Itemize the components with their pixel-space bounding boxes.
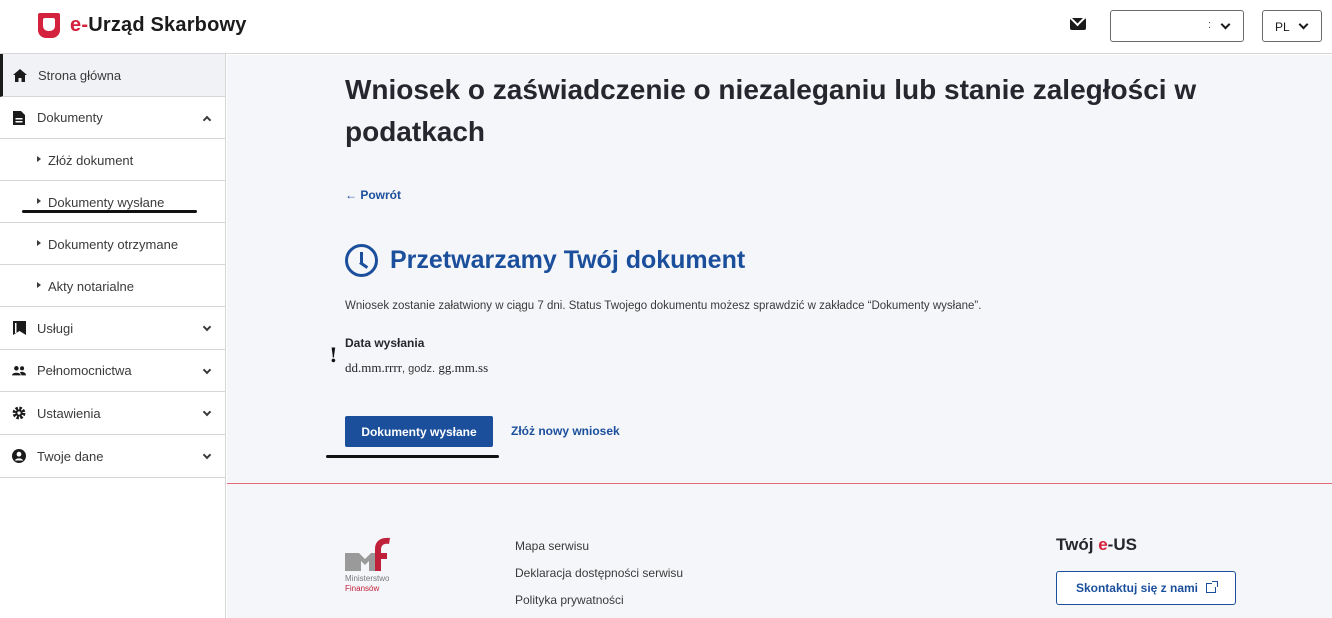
account-select[interactable]: : bbox=[1110, 10, 1244, 42]
sidebar-item-documents[interactable]: Dokumenty bbox=[0, 97, 225, 139]
chevron-down-icon bbox=[202, 407, 212, 417]
sidebar-subitem-label: Dokumenty otrzymane bbox=[48, 237, 179, 252]
sidebar-subitem-received-documents[interactable]: Dokumenty otrzymane bbox=[0, 223, 225, 265]
footer-link-sitemap[interactable]: Mapa serwisu bbox=[515, 539, 589, 553]
language-label: PL bbox=[1275, 20, 1290, 34]
eus-prefix: Twój bbox=[1056, 535, 1099, 554]
status-heading-text: Przetwarzamy Twój dokument bbox=[390, 246, 746, 274]
sidebar-subitem-submit-document[interactable]: Złóż dokument bbox=[0, 139, 225, 181]
sidebar-item-settings[interactable]: Ustawienia bbox=[0, 392, 225, 435]
sidebar: Strona główna Dokumenty Złóż dokument Do… bbox=[0, 54, 226, 618]
sidebar-subitem-sent-documents[interactable]: Dokumenty wysłane bbox=[0, 181, 225, 223]
sent-documents-button[interactable]: Dokumenty wysłane bbox=[345, 416, 493, 447]
footer-link-accessibility[interactable]: Deklaracja dostępności serwisu bbox=[515, 566, 683, 580]
sidebar-item-label: Strona główna bbox=[38, 67, 122, 83]
bullet-icon bbox=[37, 198, 41, 204]
chevron-down-icon bbox=[202, 322, 212, 332]
sidebar-subitem-label: Akty notarialne bbox=[48, 279, 134, 294]
exclamation-mark: ! bbox=[329, 343, 338, 367]
date-text: dd.mm.rrrr bbox=[345, 360, 403, 375]
logo-line2: Finansów bbox=[345, 584, 380, 593]
back-link[interactable]: ← Powrót bbox=[345, 188, 401, 202]
bullet-icon bbox=[37, 240, 41, 246]
sidebar-item-services[interactable]: Usługi bbox=[0, 307, 225, 350]
sidebar-item-label: Pełnomocnictwa bbox=[37, 363, 132, 378]
bookmark-icon bbox=[12, 321, 26, 335]
eus-title: Twój e-US bbox=[1056, 535, 1137, 555]
ministry-emblem-icon bbox=[345, 537, 390, 571]
bullet-icon bbox=[37, 156, 41, 162]
footer-link-privacy[interactable]: Polityka prywatności bbox=[515, 593, 624, 607]
site-logo[interactable]: e-Urząd Skarbowy bbox=[38, 13, 247, 38]
gear-icon bbox=[12, 406, 26, 420]
contact-button-label: Skontaktuj się z nami bbox=[1075, 581, 1199, 595]
sidebar-item-label: Twoje dane bbox=[37, 448, 104, 464]
chevron-down-icon bbox=[202, 365, 212, 375]
eus-suffix: -US bbox=[1107, 535, 1137, 554]
mail-icon[interactable] bbox=[1070, 18, 1086, 30]
date-value: dd.mm.rrrr, godz. gg.mm.ss bbox=[345, 360, 488, 376]
logo-prefix: e- bbox=[70, 14, 89, 36]
chevron-down-icon bbox=[1220, 19, 1231, 30]
eus-e: e bbox=[1098, 535, 1108, 554]
clock-icon bbox=[345, 244, 378, 277]
ministry-logo[interactable]: Ministerstwo Finansów bbox=[345, 537, 405, 593]
eagle-emblem-icon bbox=[38, 13, 60, 38]
page-title: Wniosek o zaświadczenie o niezaleganiu l… bbox=[345, 74, 1197, 147]
logo-text: e-Urząd Skarbowy bbox=[70, 14, 247, 37]
people-icon bbox=[12, 364, 26, 378]
top-header: e-Urząd Skarbowy : PL bbox=[0, 0, 1332, 54]
date-label: Data wysłania bbox=[345, 336, 425, 350]
home-icon bbox=[13, 68, 27, 82]
annotation-underline bbox=[326, 455, 499, 458]
main-content: Wniosek o zaświadczenie o niezaleganiu l… bbox=[227, 55, 1332, 483]
info-text: Wniosek zostanie załatwiony w ciągu 7 dn… bbox=[345, 300, 982, 312]
contact-us-button[interactable]: Skontaktuj się z nami bbox=[1056, 571, 1236, 605]
footer: Ministerstwo Finansów Mapa serwisu Dekla… bbox=[227, 484, 1332, 618]
date-separator: , godz. bbox=[402, 363, 436, 375]
sidebar-item-your-data[interactable]: Twoje dane bbox=[0, 435, 225, 478]
sidebar-item-home[interactable]: Strona główna bbox=[0, 54, 225, 97]
chevron-down-icon bbox=[202, 450, 212, 460]
sidebar-subitem-label: Dokumenty wysłane bbox=[48, 195, 165, 210]
time-text: gg.mm.ss bbox=[438, 360, 489, 375]
language-select[interactable]: PL bbox=[1262, 10, 1322, 42]
chevron-down-icon bbox=[1298, 19, 1309, 30]
logo-name: Urząd Skarbowy bbox=[88, 14, 247, 36]
document-icon bbox=[12, 110, 26, 125]
chevron-up-icon bbox=[202, 115, 212, 125]
annotation-underline bbox=[22, 210, 197, 213]
status-heading: Przetwarzamy Twój dokument bbox=[345, 244, 745, 277]
sidebar-item-label: Usługi bbox=[37, 320, 74, 336]
sidebar-subitem-label: Złóż dokument bbox=[48, 153, 134, 168]
user-circle-icon bbox=[12, 449, 26, 463]
sidebar-item-powers-of-attorney[interactable]: Pełnomocnictwa bbox=[0, 350, 225, 392]
sidebar-item-label: Dokumenty bbox=[37, 110, 103, 125]
account-value: : bbox=[1208, 19, 1212, 31]
logo-line1: Ministerstwo bbox=[345, 574, 390, 583]
new-application-link[interactable]: Złóż nowy wniosek bbox=[511, 424, 620, 438]
bullet-icon bbox=[37, 282, 41, 288]
external-link-icon bbox=[1206, 581, 1219, 593]
sidebar-item-label: Ustawienia bbox=[37, 405, 101, 421]
sidebar-subitem-notarial-acts[interactable]: Akty notarialne bbox=[0, 265, 225, 307]
